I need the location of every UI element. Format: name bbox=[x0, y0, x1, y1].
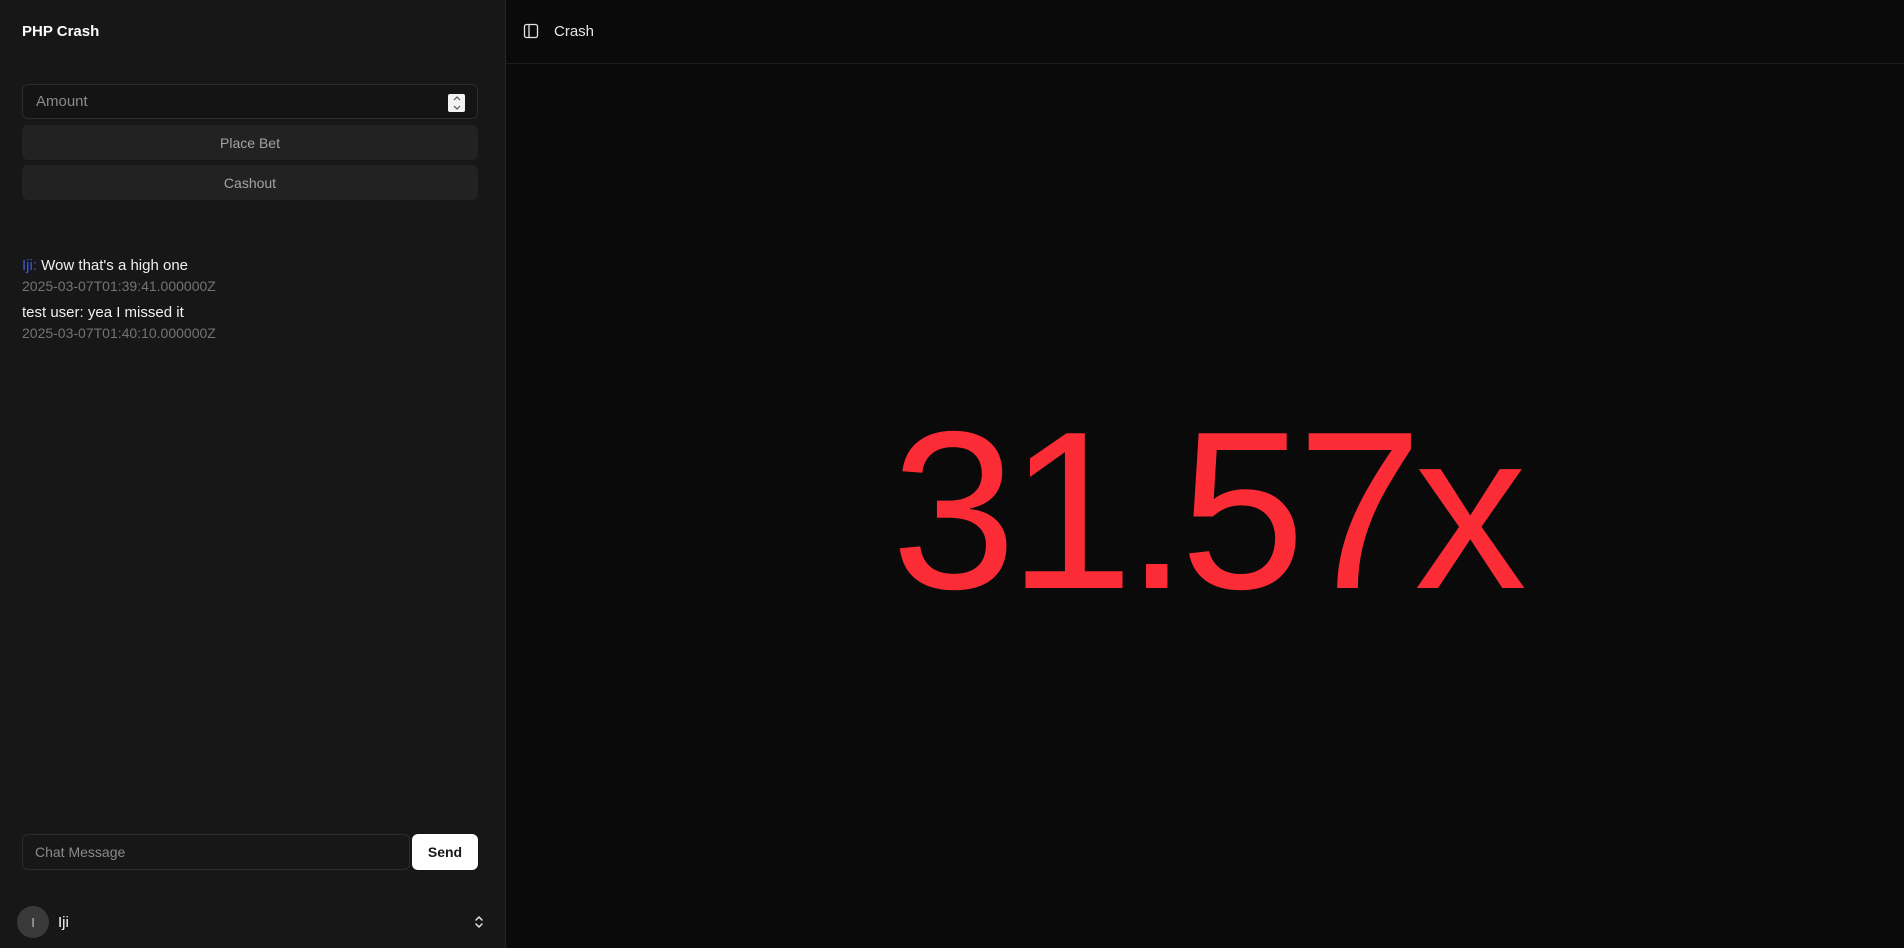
panel-left-icon[interactable] bbox=[523, 23, 539, 39]
avatar: I bbox=[17, 906, 49, 938]
chat-text: Wow that's a high one bbox=[41, 257, 189, 274]
spinner-arrows-icon[interactable] bbox=[448, 94, 465, 112]
crash-multiplier: 31.57x bbox=[891, 384, 1527, 636]
chat-username: test user: bbox=[22, 304, 84, 321]
amount-field bbox=[22, 84, 478, 119]
chevrons-up-down-icon[interactable] bbox=[471, 914, 487, 930]
chat-message-input[interactable] bbox=[22, 834, 410, 870]
sidebar: PHP Crash Place Bet Cashout Iji: Wow tha… bbox=[0, 0, 506, 948]
chat-message: test user: yea I missed it 2025-03-07T01… bbox=[22, 303, 482, 343]
chat-message-line: Iji: Wow that's a high one bbox=[22, 256, 482, 276]
app-title: PHP Crash bbox=[22, 23, 100, 40]
chat-message-list: Iji: Wow that's a high one 2025-03-07T01… bbox=[22, 256, 482, 350]
app-root: PHP Crash Place Bet Cashout Iji: Wow tha… bbox=[0, 0, 1904, 948]
chat-message-line: test user: yea I missed it bbox=[22, 303, 482, 323]
user-name: Iji bbox=[58, 913, 69, 931]
user-menu[interactable]: I Iji bbox=[17, 906, 487, 938]
chat-username: Iji: bbox=[22, 257, 37, 274]
chat-text: yea I missed it bbox=[87, 304, 184, 321]
cashout-button[interactable]: Cashout bbox=[22, 165, 478, 200]
place-bet-button[interactable]: Place Bet bbox=[22, 125, 478, 160]
chat-timestamp: 2025-03-07T01:40:10.000000Z bbox=[22, 325, 216, 341]
spinner-down-icon[interactable] bbox=[448, 103, 465, 112]
page-title: Crash bbox=[554, 23, 595, 40]
chat-form: Send bbox=[22, 834, 478, 870]
chat-timestamp: 2025-03-07T01:39:41.000000Z bbox=[22, 278, 216, 294]
top-bar: Crash bbox=[506, 0, 1904, 64]
main-content: Crash 31.57x bbox=[506, 0, 1904, 948]
spinner-up-icon[interactable] bbox=[448, 94, 465, 103]
chat-message: Iji: Wow that's a high one 2025-03-07T01… bbox=[22, 256, 482, 296]
amount-input[interactable] bbox=[23, 85, 477, 118]
send-button[interactable]: Send bbox=[412, 834, 478, 870]
